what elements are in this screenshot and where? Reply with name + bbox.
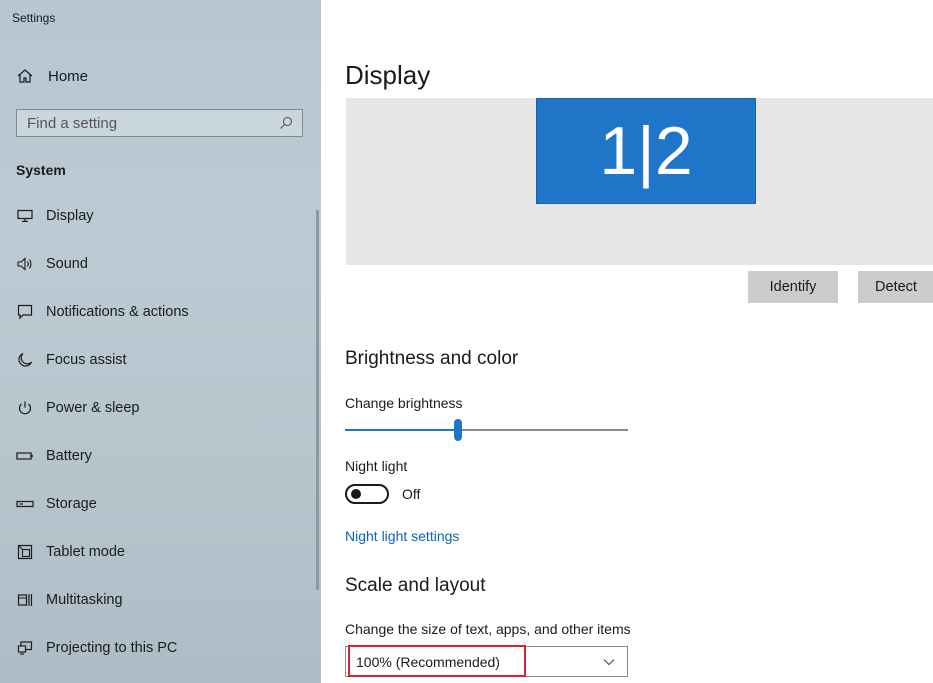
search-box[interactable] — [16, 109, 303, 137]
section-title-system: System — [16, 162, 66, 178]
projecting-icon — [16, 639, 34, 657]
monitor-tile[interactable]: 1|2 — [536, 98, 756, 204]
detect-button[interactable]: Detect — [858, 271, 933, 303]
sidebar: Settings Home System Display Sound — [0, 0, 321, 683]
display-arrangement-area[interactable]: 1|2 — [346, 98, 933, 265]
search-icon[interactable] — [278, 115, 294, 131]
sidebar-scrollbar[interactable] — [316, 210, 319, 590]
chevron-down-icon — [603, 658, 615, 665]
sidebar-item-label: Storage — [46, 496, 97, 512]
identify-button[interactable]: Identify — [748, 271, 838, 303]
slider-thumb[interactable] — [454, 419, 462, 441]
sidebar-item-label: Battery — [46, 448, 92, 464]
multitasking-icon — [16, 591, 34, 609]
sidebar-nav: Display Sound Notifications & actions Fo… — [0, 192, 314, 672]
brightness-slider[interactable] — [345, 419, 628, 441]
sidebar-item-tablet-mode[interactable]: Tablet mode — [0, 528, 314, 576]
sidebar-item-projecting[interactable]: Projecting to this PC — [0, 624, 314, 672]
sidebar-item-label: Multitasking — [46, 592, 123, 608]
notification-icon — [16, 303, 34, 321]
slider-track — [458, 429, 628, 431]
sidebar-item-focus-assist[interactable]: Focus assist — [0, 336, 314, 384]
power-icon — [16, 399, 34, 417]
speaker-icon — [16, 255, 34, 273]
sidebar-item-power-sleep[interactable]: Power & sleep — [0, 384, 314, 432]
sidebar-item-notifications[interactable]: Notifications & actions — [0, 288, 314, 336]
main-content: Display 1|2 Identify Detect Brightness a… — [321, 0, 933, 683]
home-icon — [17, 69, 33, 83]
sidebar-item-label: Notifications & actions — [46, 304, 189, 320]
monitor-icon — [16, 207, 34, 225]
sidebar-item-multitasking[interactable]: Multitasking — [0, 576, 314, 624]
storage-icon — [16, 495, 34, 513]
toggle-knob — [351, 489, 361, 499]
night-light-settings-link[interactable]: Night light settings — [345, 528, 459, 544]
sidebar-item-label: Display — [46, 208, 94, 224]
sidebar-item-sound[interactable]: Sound — [0, 240, 314, 288]
brightness-label: Change brightness — [345, 395, 463, 411]
scale-dropdown[interactable]: 100% (Recommended) — [345, 646, 628, 677]
sidebar-item-label: Focus assist — [46, 352, 127, 368]
sidebar-item-label: Tablet mode — [46, 544, 125, 560]
moon-icon — [16, 351, 34, 369]
window-title: Settings — [12, 11, 56, 25]
search-input[interactable] — [17, 114, 278, 132]
sidebar-item-label: Power & sleep — [46, 400, 140, 416]
slider-track-filled — [345, 429, 458, 431]
tablet-mode-icon — [16, 543, 34, 561]
page-title: Display — [345, 60, 431, 90]
night-light-state: Off — [402, 486, 421, 502]
night-light-toggle[interactable] — [345, 484, 389, 504]
home-label: Home — [48, 67, 89, 85]
sidebar-item-display[interactable]: Display — [0, 192, 314, 240]
sidebar-item-label: Projecting to this PC — [46, 640, 178, 656]
brightness-section-title: Brightness and color — [345, 348, 519, 369]
night-light-label: Night light — [345, 458, 408, 474]
scale-label: Change the size of text, apps, and other… — [345, 621, 631, 637]
scale-dropdown-value: 100% (Recommended) — [356, 653, 500, 670]
scale-section-title: Scale and layout — [345, 575, 486, 596]
home-nav-item[interactable]: Home — [16, 64, 88, 88]
sidebar-item-label: Sound — [46, 256, 88, 272]
battery-icon — [16, 447, 34, 465]
sidebar-item-battery[interactable]: Battery — [0, 432, 314, 480]
sidebar-item-storage[interactable]: Storage — [0, 480, 314, 528]
